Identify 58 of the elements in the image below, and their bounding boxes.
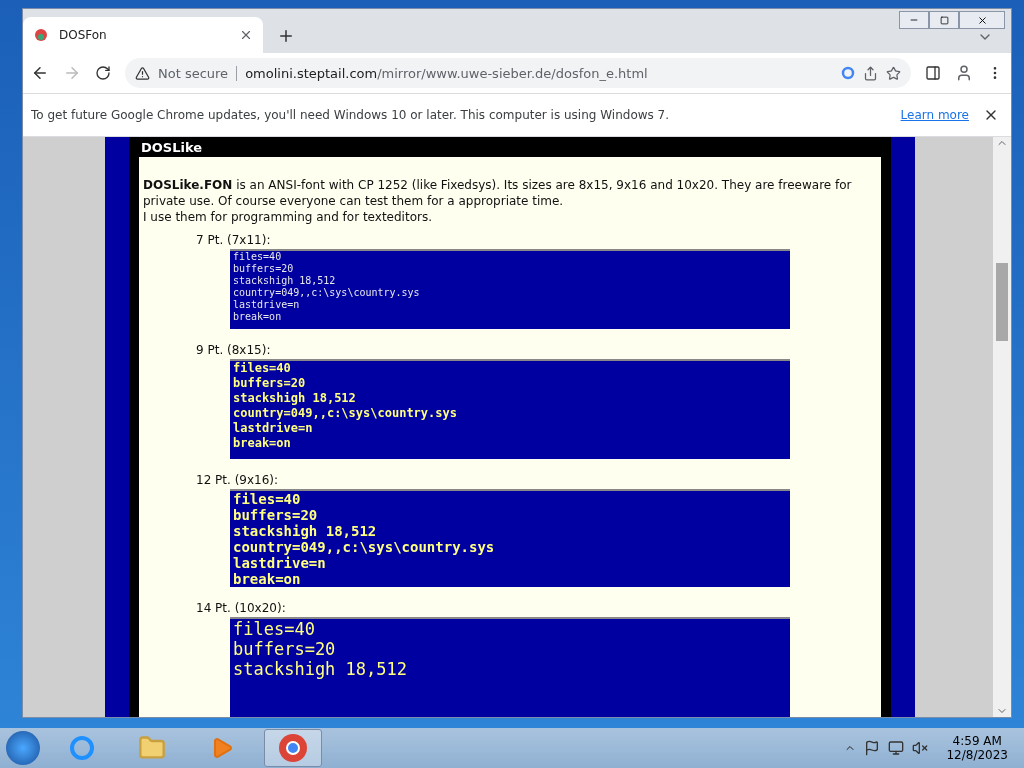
sample-line: files=40 [233,491,302,507]
close-icon [976,14,988,26]
update-message: To get future Google Chrome updates, you'll need Windows 10 or later. This computer is using Windows 7. [31,108,671,122]
sample-line: country=049,,c:\sys\country.sys [233,539,496,555]
sample-line: files=40 [233,251,283,263]
sample-line: lastdrive=n [233,555,327,571]
sample-line: buffers=20 [233,263,295,275]
sample-line: lastdrive=n [233,421,314,436]
sample-line: buffers=20 [233,376,307,391]
star-icon[interactable] [886,65,901,81]
sample-line: files=40 [233,361,292,376]
scrollbar[interactable] [993,137,1011,717]
maximize-button[interactable] [929,11,959,29]
intro-paragraph: DOSLike.FON is an ANSI-font with CP 1252 (like Fixedsys). Its sizes are 8x15, 9x16 and 10x20. They are freeware for private use. Of course everyone can test them for a appropriate time. [143,177,853,209]
new-tab-icon[interactable] [277,27,295,45]
sample-line: country=049,,c:\sys\country.sys [233,287,421,299]
close-tab-icon[interactable] [239,28,253,42]
profile-icon[interactable] [955,64,973,82]
sample-line: files=40 [233,619,316,639]
sample-line: country=049,,c:\sys\country.sys [233,406,458,421]
sample-line: stackshigh 18,512 [233,391,357,406]
sample-line: stackshigh 18,512 [233,275,337,287]
flag-icon[interactable] [864,740,881,756]
font-size-label: 9 Pt. (8x15): [196,343,272,357]
warning-icon [135,65,150,81]
font-size-label: 14 Pt. (10x20): [196,601,287,615]
close-button[interactable] [959,11,1005,29]
muted-speaker-icon[interactable] [912,740,929,756]
font-size-label: 12 Pt. (9x16): [196,473,280,487]
back-icon[interactable] [31,64,49,82]
reload-icon[interactable] [95,65,111,81]
sample-line: stackshigh 18,512 [233,659,408,679]
sample-line: break=on [233,436,292,451]
clock[interactable]: 4:59 AM 12/8/2023 [946,734,1008,762]
site-favicon [33,27,49,43]
sample-line: buffers=20 [233,507,319,523]
scrollbar-thumb[interactable] [996,263,1008,341]
note-text: I use them for programming and for texteditors. [143,209,433,225]
side-panel-icon[interactable] [925,65,941,81]
font-size-label: 7 Pt. (7x11): [196,233,272,247]
browser-tab[interactable]: DOSFon [23,17,263,53]
learn-more-link[interactable]: Learn more [900,108,969,122]
sample-line: lastdrive=n [233,299,301,311]
sample-line: break=on [233,311,283,323]
network-icon[interactable] [888,740,905,756]
maximize-icon [939,15,949,25]
chrome-taskbar-icon[interactable] [264,729,322,767]
start-button[interactable] [6,731,40,765]
url-text: omolini.steptail.com/mirror/www.uwe-sieber.de/dosfon_e.html [245,65,648,81]
section-heading: DOSLike [140,138,204,157]
sample-line: stackshigh 18,512 [233,523,378,539]
tab-title: DOSFon [59,28,108,42]
share-icon[interactable] [863,65,878,81]
address-bar[interactable]: Not secure omolini.steptail.com/mirror/www.uwe-sieber.de/dosfon_e.html [125,58,911,88]
security-label: Not secure [158,65,238,81]
minimize-button[interactable] [899,11,929,29]
sample-line: break=on [233,571,302,587]
sample-line: buffers=20 [233,639,337,659]
